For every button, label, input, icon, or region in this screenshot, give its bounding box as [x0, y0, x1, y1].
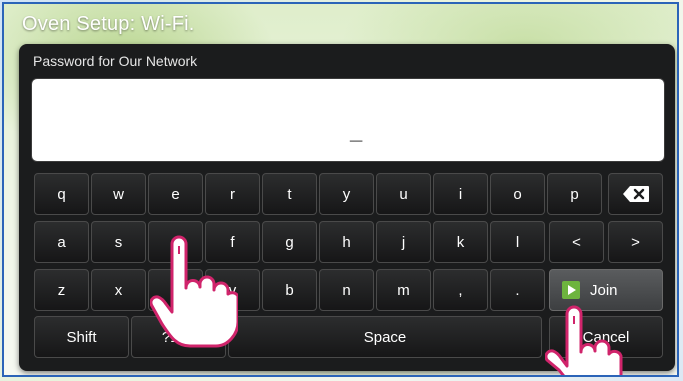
- key-period[interactable]: .: [490, 269, 545, 311]
- pointing-hand-icon: [150, 235, 238, 348]
- password-value: _: [350, 119, 363, 144]
- key-k[interactable]: k: [433, 221, 488, 263]
- key-i[interactable]: i: [433, 173, 488, 215]
- key-p[interactable]: p: [547, 173, 602, 215]
- password-prompt: Password for Our Network: [33, 53, 198, 69]
- key-w[interactable]: w: [91, 173, 146, 215]
- key-n[interactable]: n: [319, 269, 374, 311]
- key-j[interactable]: j: [376, 221, 431, 263]
- key-m[interactable]: m: [376, 269, 431, 311]
- right-arrow-key[interactable]: >: [608, 221, 663, 263]
- key-x[interactable]: x: [91, 269, 146, 311]
- password-field[interactable]: _: [31, 78, 665, 162]
- key-b[interactable]: b: [262, 269, 317, 311]
- key-r[interactable]: r: [205, 173, 260, 215]
- space-key[interactable]: Space: [228, 316, 542, 358]
- key-g[interactable]: g: [262, 221, 317, 263]
- screen-frame: Oven Setup: Wi-Fi. Password for Our Netw…: [2, 2, 679, 377]
- key-h[interactable]: h: [319, 221, 374, 263]
- key-q[interactable]: q: [34, 173, 89, 215]
- backspace-key[interactable]: [608, 173, 663, 215]
- key-a[interactable]: a: [34, 221, 89, 263]
- shift-key[interactable]: Shift: [34, 316, 129, 358]
- key-s[interactable]: s: [91, 221, 146, 263]
- play-icon: [562, 281, 580, 299]
- key-z[interactable]: z: [34, 269, 89, 311]
- left-arrow-key[interactable]: <: [549, 221, 604, 263]
- key-o[interactable]: o: [490, 173, 545, 215]
- join-label: Join: [590, 281, 618, 299]
- backspace-icon: [622, 186, 649, 202]
- key-y[interactable]: y: [319, 173, 374, 215]
- key-u[interactable]: u: [376, 173, 431, 215]
- key-e[interactable]: e: [148, 173, 203, 215]
- key-l[interactable]: l: [490, 221, 545, 263]
- key-t[interactable]: t: [262, 173, 317, 215]
- page-title: Oven Setup: Wi-Fi.: [22, 13, 195, 35]
- key-comma[interactable]: ,: [433, 269, 488, 311]
- pointing-hand-icon: [545, 305, 623, 375]
